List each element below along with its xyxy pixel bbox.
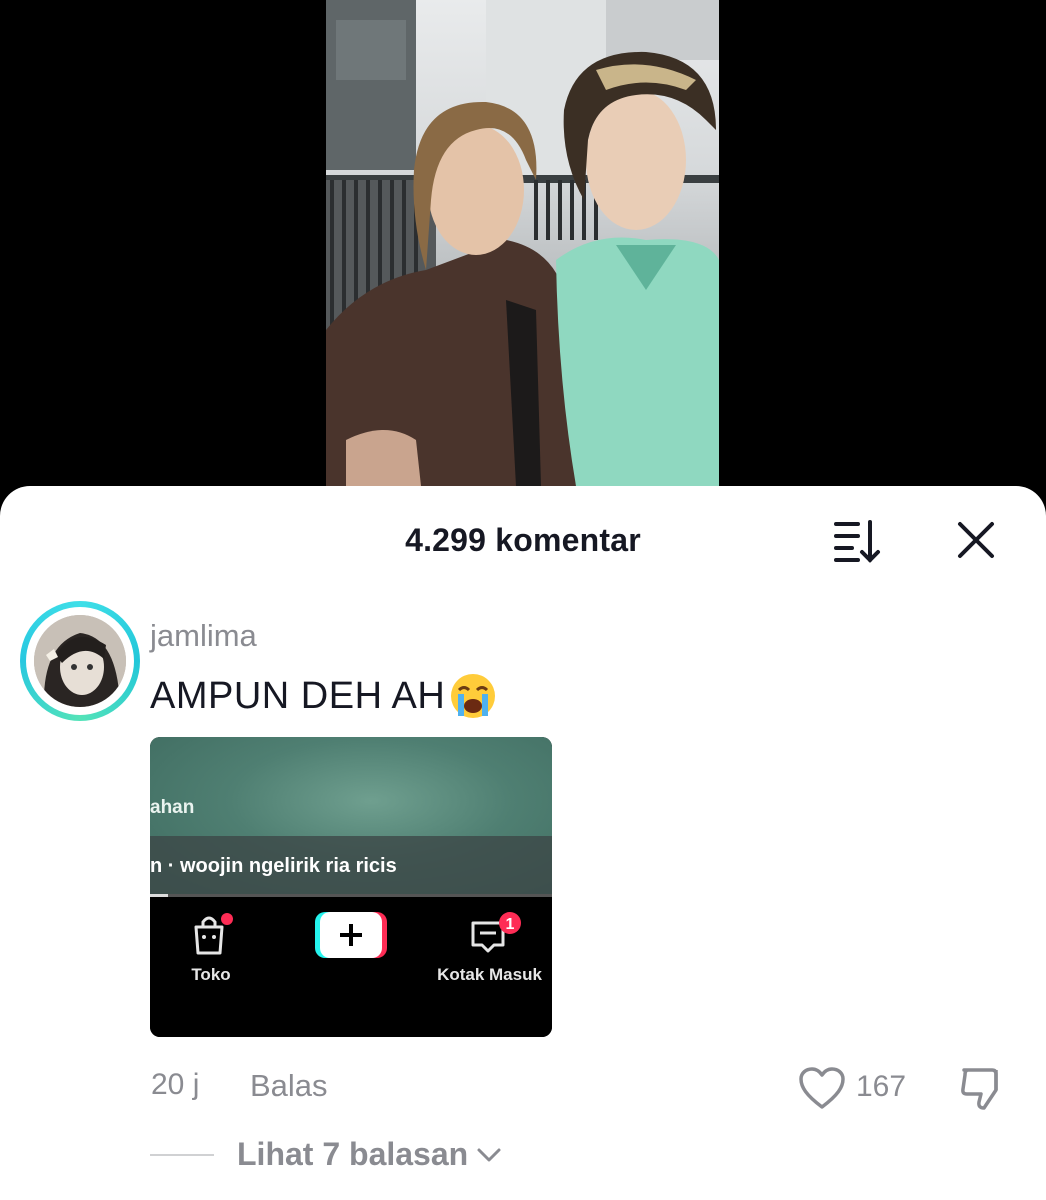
replies-divider <box>150 1154 214 1156</box>
comments-count-title: 4.299 komentar <box>405 522 641 558</box>
like-count: 167 <box>856 1070 907 1103</box>
sort-icon[interactable] <box>832 516 884 564</box>
comment-text: AMPUN DEH AH <box>150 674 446 717</box>
attachment-bottom-nav: Toko 1 Kotak Masuk <box>150 897 552 1037</box>
chevron-down-icon <box>477 1148 501 1161</box>
shopping-bag-icon <box>194 913 233 955</box>
comment-timestamp: 20 j <box>151 1068 200 1101</box>
avatar[interactable] <box>20 601 140 721</box>
crying-face-emoji-icon <box>449 672 497 720</box>
comment-username[interactable]: jamlima <box>150 618 257 654</box>
close-icon[interactable] <box>952 516 1000 564</box>
inbox-nav-item: 1 Kotak Masuk <box>432 911 547 984</box>
thumbs-down-icon[interactable] <box>958 1064 1006 1112</box>
comment-body: AMPUN DEH AH <box>150 672 497 720</box>
comment-attachment-image[interactable]: ahan n · woojin ngelirik ria ricis Toko <box>150 737 552 1037</box>
inbox-nav-label: Kotak Masuk <box>437 965 542 984</box>
inbox-badge-count: 1 <box>506 916 515 933</box>
video-frame <box>326 0 719 486</box>
comments-sheet: 4.299 komentar jamlima AMPUN DEH AH ahan… <box>0 486 1046 1200</box>
view-replies-label: Lihat 7 balasan <box>237 1136 469 1172</box>
avatar-image <box>34 615 126 707</box>
attachment-caption: n · woojin ngelirik ria ricis <box>150 855 397 877</box>
reply-button[interactable]: Balas <box>250 1068 328 1104</box>
create-plus-icon <box>315 912 387 958</box>
video-player[interactable] <box>0 0 1046 500</box>
attachment-label-partial: ahan <box>150 797 195 818</box>
inbox-message-icon: 1 <box>471 912 521 953</box>
shop-nav-item: Toko <box>188 911 234 984</box>
heart-icon[interactable] <box>798 1066 846 1110</box>
view-replies-button[interactable]: Lihat 7 balasan <box>237 1136 502 1173</box>
shop-nav-label: Toko <box>191 965 231 984</box>
